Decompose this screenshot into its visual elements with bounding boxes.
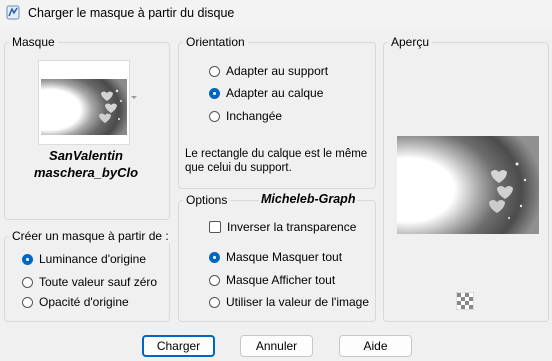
radio-button[interactable]: [22, 296, 33, 308]
checkbox-label: Inverser la transparence: [227, 220, 357, 234]
radio-label: Opacité d'origine: [39, 295, 129, 309]
radio-adapter-calque[interactable]: Adapter au calque: [209, 85, 323, 101]
help-button[interactable]: Aide: [339, 335, 412, 357]
radio-label: Luminance d'origine: [39, 252, 147, 266]
orientation-legend: Orientation: [183, 35, 248, 49]
radio-label: Masque Masquer tout: [226, 250, 343, 264]
radio-button[interactable]: [209, 87, 220, 99]
mask-name: SanValentin maschera_byClo: [5, 147, 167, 181]
masque-legend: Masque: [9, 35, 58, 49]
radio-label: Masque Afficher tout: [226, 273, 336, 287]
radio-label: Inchangée: [226, 109, 283, 123]
orientation-description: Le rectangle du calque est le même que c…: [185, 148, 368, 174]
radio-label: Utiliser la valeur de l'image: [226, 295, 370, 309]
mask-name-line1: SanValentin: [49, 148, 123, 163]
radio-afficher-tout[interactable]: Masque Afficher tout: [209, 272, 335, 288]
radio-button[interactable]: [209, 274, 220, 286]
check-inverser[interactable]: Inverser la transparence: [209, 219, 356, 235]
options-legend: Options: [183, 193, 231, 207]
radio-button[interactable]: [209, 251, 220, 263]
mask-thumbnail[interactable]: [38, 60, 130, 145]
creer-legend: Créer un masque à partir de :: [9, 229, 172, 243]
load-button[interactable]: Charger: [142, 335, 215, 357]
mask-name-line2: maschera_byClo: [33, 165, 139, 180]
title-bar: Charger le masque à partir du disque: [0, 0, 552, 27]
chevron-down-icon[interactable]: [131, 96, 137, 99]
apercu-legend: Aperçu: [388, 35, 433, 49]
watermark-text: Micheleb-Graph: [259, 192, 358, 206]
window-title: Charger le masque à partir du disque: [28, 6, 235, 20]
radio-adapter-support[interactable]: Adapter au support: [209, 63, 328, 79]
radio-masquer-tout[interactable]: Masque Masquer tout: [209, 249, 342, 265]
radio-button[interactable]: [209, 296, 220, 308]
radio-luminance[interactable]: Luminance d'origine: [22, 251, 146, 267]
cancel-button[interactable]: Annuler: [240, 335, 313, 357]
radio-button[interactable]: [209, 110, 220, 122]
radio-button[interactable]: [22, 253, 33, 265]
radio-opacite[interactable]: Opacité d'origine: [22, 294, 129, 310]
radio-label: Toute valeur sauf zéro: [39, 275, 158, 289]
preview-image: [397, 136, 539, 234]
radio-label: Adapter au calque: [226, 86, 324, 100]
radio-inchangee[interactable]: Inchangée: [209, 108, 282, 124]
radio-toute-valeur[interactable]: Toute valeur sauf zéro: [22, 274, 157, 290]
radio-button[interactable]: [209, 65, 220, 77]
radio-label: Adapter au support: [226, 64, 329, 78]
app-icon: [6, 5, 20, 20]
radio-valeur-image[interactable]: Utiliser la valeur de l'image: [209, 294, 369, 310]
checkbox[interactable]: [209, 221, 221, 233]
transparency-checker-icon[interactable]: [456, 292, 474, 310]
radio-button[interactable]: [22, 276, 33, 288]
